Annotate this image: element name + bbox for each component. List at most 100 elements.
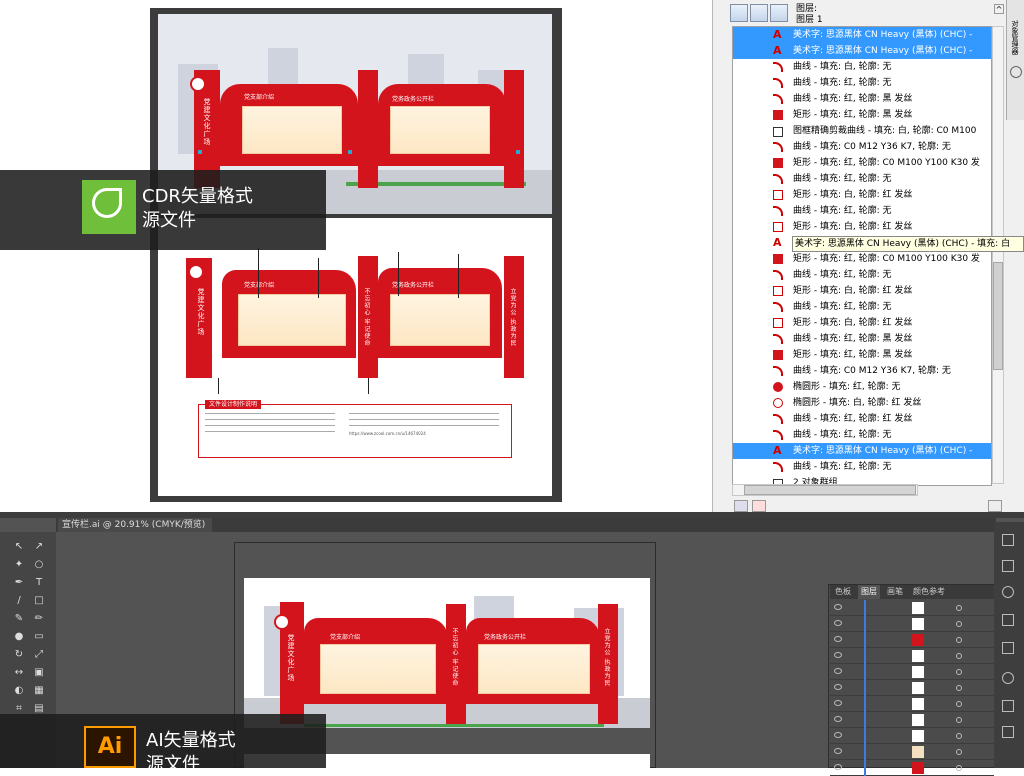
- object-list-item[interactable]: 矩形 - 填充: 红, 轮廓: 黑 发丝: [733, 107, 991, 123]
- target-icon[interactable]: [956, 733, 962, 739]
- object-list-item[interactable]: 矩形 - 填充: 红, 轮廓: C0 M100 Y100 K30 发: [733, 251, 991, 267]
- target-icon[interactable]: [956, 621, 962, 627]
- target-icon[interactable]: [956, 701, 962, 707]
- layers-panel-icon[interactable]: [1002, 614, 1014, 626]
- eye-icon[interactable]: [834, 620, 842, 626]
- object-list-item[interactable]: 曲线 - 填充: 红, 轮廓: 无: [733, 459, 991, 475]
- eye-icon[interactable]: [834, 748, 842, 754]
- shape-builder-tool-icon[interactable]: ◐: [12, 684, 26, 698]
- rotate-tool-icon[interactable]: ↻: [12, 648, 26, 662]
- eye-icon[interactable]: [834, 764, 842, 770]
- object-list-item[interactable]: 曲线 - 填充: 红, 轮廓: 红 发丝: [733, 411, 991, 427]
- layers-panel-tab[interactable]: 画笔: [884, 585, 906, 599]
- object-list-item[interactable]: A 美术字: 思源黑体 CN Heavy (黑体) (CHC) -: [733, 43, 991, 59]
- object-list-item[interactable]: 曲线 - 填充: 红, 轮廓: 无: [733, 427, 991, 443]
- type-tool-icon[interactable]: T: [32, 576, 46, 590]
- horizontal-scroll-thumb[interactable]: [744, 485, 916, 495]
- docker-side-tabs[interactable]: 对象管理器: [1006, 0, 1024, 120]
- width-tool-icon[interactable]: ↔: [12, 666, 26, 680]
- object-list-item[interactable]: 矩形 - 填充: 红, 轮廓: 黑 发丝: [733, 347, 991, 363]
- layer-row[interactable]: [830, 760, 994, 776]
- object-list-item[interactable]: 矩形 - 填充: 白, 轮廓: 红 发丝: [733, 315, 991, 331]
- target-icon[interactable]: [956, 717, 962, 723]
- layer-row[interactable]: [830, 696, 994, 712]
- perspective-grid-tool-icon[interactable]: ▦: [32, 684, 46, 698]
- pen-tool-icon[interactable]: ✒: [12, 576, 26, 590]
- eye-icon[interactable]: [834, 700, 842, 706]
- cdr-drawing-sheet[interactable]: 党建文化广场 党支部介绍 不忘初心 牢记使命 党务政务公开栏 立党为公 执政为民…: [158, 218, 552, 496]
- edit-layer-icon[interactable]: [750, 4, 768, 22]
- direct-selection-tool-icon[interactable]: ↗: [32, 540, 46, 554]
- eye-icon[interactable]: [834, 668, 842, 674]
- eye-icon[interactable]: [834, 716, 842, 722]
- swatches-panel-icon[interactable]: [1002, 560, 1014, 572]
- object-list-item[interactable]: 椭圆形 - 填充: 红, 轮廓: 无: [733, 379, 991, 395]
- target-icon[interactable]: [956, 765, 962, 771]
- symbols-panel-icon[interactable]: [1002, 672, 1014, 684]
- layers-panel-tab[interactable]: 图层: [858, 585, 880, 599]
- delete-icon[interactable]: [752, 500, 766, 512]
- object-list-item[interactable]: A 美术字: 思源黑体 CN Heavy (黑体) (CHC) -: [733, 443, 991, 459]
- free-transform-tool-icon[interactable]: ▣: [32, 666, 46, 680]
- selection-tool-icon[interactable]: ↖: [12, 540, 26, 554]
- object-list-item[interactable]: 矩形 - 填充: 白, 轮廓: 红 发丝: [733, 283, 991, 299]
- blob-brush-tool-icon[interactable]: ●: [12, 630, 26, 644]
- object-list-item[interactable]: 椭圆形 - 填充: 白, 轮廓: 红 发丝: [733, 395, 991, 411]
- object-list-item[interactable]: 曲线 - 填充: 红, 轮廓: 无: [733, 203, 991, 219]
- document-tab[interactable]: 宣传栏.ai @ 20.91% (CMYK/预览): [58, 518, 212, 532]
- object-list-item[interactable]: 矩形 - 填充: 红, 轮廓: C0 M100 Y100 K30 发: [733, 155, 991, 171]
- object-list[interactable]: A 美术字: 思源黑体 CN Heavy (黑体) (CHC) - A 美术字: 思源…: [732, 26, 992, 486]
- layer-row[interactable]: [830, 616, 994, 632]
- layer-row[interactable]: [830, 632, 994, 648]
- eye-icon[interactable]: [834, 684, 842, 690]
- align-panel-icon[interactable]: [1002, 700, 1014, 712]
- eraser-tool-icon[interactable]: ▭: [32, 630, 46, 644]
- object-list-item[interactable]: 曲线 - 填充: C0 M12 Y36 K7, 轮廓: 无: [733, 363, 991, 379]
- layers-panel-tab[interactable]: 色板: [832, 585, 854, 599]
- eye-icon[interactable]: [834, 732, 842, 738]
- selection-handle[interactable]: [348, 150, 352, 154]
- layer-row[interactable]: [830, 744, 994, 760]
- vertical-scroll-thumb[interactable]: [993, 262, 1003, 370]
- scale-tool-icon[interactable]: ⤢: [32, 648, 46, 662]
- target-icon[interactable]: [956, 653, 962, 659]
- appearance-panel-icon[interactable]: [1002, 642, 1014, 654]
- object-list-item[interactable]: 矩形 - 填充: 白, 轮廓: 红 发丝: [733, 219, 991, 235]
- object-list-item[interactable]: 曲线 - 填充: 红, 轮廓: 无: [733, 171, 991, 187]
- target-icon[interactable]: [956, 749, 962, 755]
- target-icon[interactable]: [956, 685, 962, 691]
- layer-row[interactable]: [830, 680, 994, 696]
- eye-icon[interactable]: [834, 636, 842, 642]
- layer-row[interactable]: [830, 600, 994, 616]
- eye-icon[interactable]: [834, 652, 842, 658]
- artboard[interactable]: 党建文化广场 党支部介绍 不忘初心 牢记使命 党务政务公开栏 立党为公 执政为民: [244, 578, 650, 728]
- transform-panel-icon[interactable]: [1002, 726, 1014, 738]
- new-object-icon[interactable]: [734, 500, 748, 512]
- layers-panel-tab[interactable]: 颜色参考: [910, 585, 948, 599]
- object-list-item[interactable]: A 美术字: 思源黑体 CN Heavy (黑体) (CHC) -: [733, 27, 991, 43]
- layer-row[interactable]: [830, 664, 994, 680]
- lasso-tool-icon[interactable]: ○: [32, 558, 46, 572]
- object-list-item[interactable]: 曲线 - 填充: 红, 轮廓: 黑 发丝: [733, 91, 991, 107]
- pencil-tool-icon[interactable]: ✏: [32, 612, 46, 626]
- object-list-item[interactable]: 曲线 - 填充: 红, 轮廓: 无: [733, 299, 991, 315]
- object-list-item[interactable]: 曲线 - 填充: 白, 轮廓: 无: [733, 59, 991, 75]
- trash-icon[interactable]: [988, 500, 1002, 512]
- line-tool-icon[interactable]: /: [12, 594, 26, 608]
- selection-handle[interactable]: [198, 150, 202, 154]
- magic-wand-tool-icon[interactable]: ✦: [12, 558, 26, 572]
- layer-row[interactable]: [830, 712, 994, 728]
- selection-handle[interactable]: [516, 150, 520, 154]
- side-tab-object-manager[interactable]: 对象管理器: [1010, 20, 1020, 55]
- rectangle-tool-icon[interactable]: □: [32, 594, 46, 608]
- object-list-item[interactable]: 曲线 - 填充: 红, 轮廓: 黑 发丝: [733, 331, 991, 347]
- object-list-item[interactable]: 矩形 - 填充: 白, 轮廓: 红 发丝: [733, 187, 991, 203]
- eye-icon[interactable]: [834, 604, 842, 610]
- paintbrush-tool-icon[interactable]: ✎: [12, 612, 26, 626]
- layer-manager-icon[interactable]: [770, 4, 788, 22]
- object-list-item[interactable]: 曲线 - 填充: 红, 轮廓: 无: [733, 75, 991, 91]
- color-panel-icon[interactable]: [1002, 534, 1014, 546]
- layer-row[interactable]: [830, 728, 994, 744]
- brushes-panel-icon[interactable]: [1002, 586, 1014, 598]
- target-icon[interactable]: [956, 605, 962, 611]
